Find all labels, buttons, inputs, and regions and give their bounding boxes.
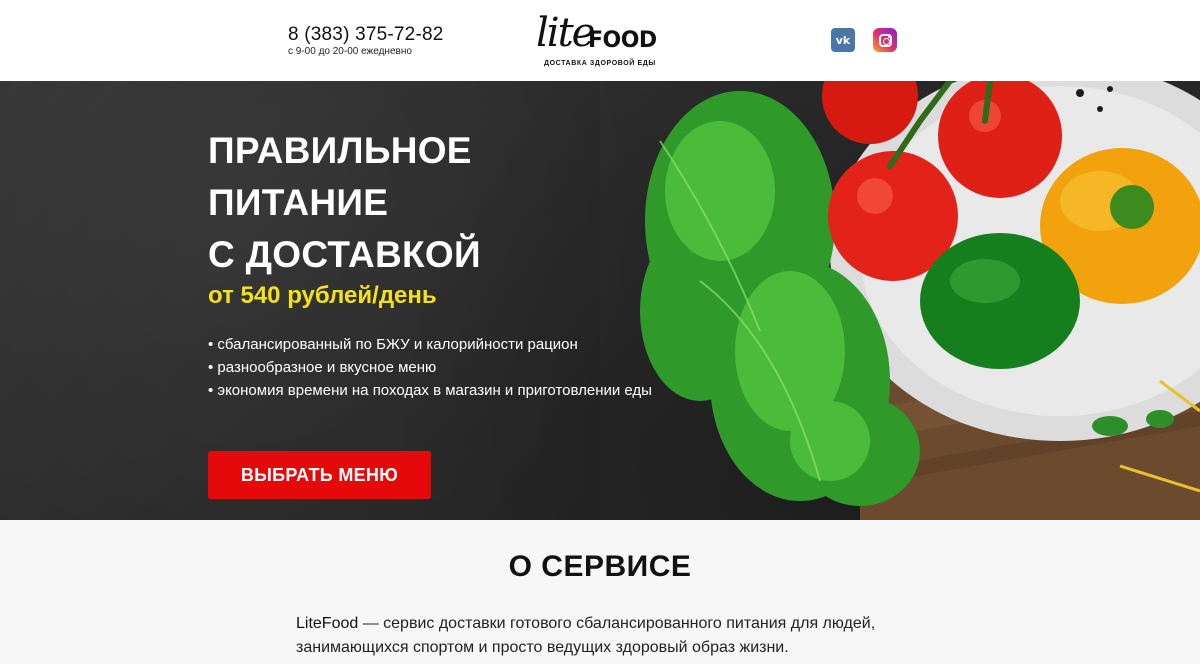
phone-link[interactable]: 8 (383) 375-72-82 (288, 25, 444, 45)
working-hours: с 9-00 до 20-00 ежедневно (288, 46, 412, 57)
vk-icon[interactable]: vk (831, 28, 855, 52)
site-logo[interactable]: lite FOOD ДОСТАВКА ЗДОРОВОЙ ЕДЫ (532, 10, 657, 72)
features-list: сбалансированный по БЖУ и калорийности р… (208, 333, 728, 402)
hero-title: ПРАВИЛЬНОЕ ПИТАНИЕ С ДОСТАВКОЙ (208, 125, 728, 281)
site-header: 8 (383) 375-72-82 с 9-00 до 20-00 ежедне… (0, 0, 1200, 81)
about-title: О СЕРВИСЕ (508, 550, 692, 583)
brand-name: LiteFood (296, 615, 359, 632)
vk-icon-label: vk (835, 33, 851, 47)
hero-title-line: ПИТАНИЕ (208, 182, 389, 223)
contact-block: 8 (383) 375-72-82 с 9-00 до 20-00 ежедне… (288, 25, 444, 58)
choose-menu-button[interactable]: ВЫБРАТЬ МЕНЮ (208, 451, 431, 499)
instagram-icon[interactable] (873, 28, 897, 52)
about-section: О СЕРВИСЕ LiteFood — сервис доставки гот… (0, 520, 1200, 664)
hero-title-line: С ДОСТАВКОЙ (208, 234, 481, 275)
logo-tagline: ДОСТАВКА ЗДОРОВОЙ ЕДЫ (544, 60, 656, 67)
feature-item: разнообразное и вкусное меню (208, 356, 728, 379)
hero-section: ПРАВИЛЬНОЕ ПИТАНИЕ С ДОСТАВКОЙ от 540 ру… (0, 81, 1200, 520)
feature-item: сбалансированный по БЖУ и калорийности р… (208, 333, 728, 356)
logo-script-text: lite (536, 10, 595, 56)
hero-text-block: ПРАВИЛЬНОЕ ПИТАНИЕ С ДОСТАВКОЙ от 540 ру… (208, 125, 728, 402)
feature-item: экономия времени на походах в магазин и … (208, 379, 728, 402)
about-description-text: — сервис доставки готового сбалансирован… (296, 615, 876, 656)
price-subtitle: от 540 рублей/день (208, 282, 437, 309)
hero-title-line: ПРАВИЛЬНОЕ (208, 130, 472, 171)
about-description: LiteFood — сервис доставки готового сбал… (296, 612, 896, 660)
instagram-camera-glyph (878, 33, 892, 47)
logo-bold-text: FOOD (588, 28, 657, 53)
